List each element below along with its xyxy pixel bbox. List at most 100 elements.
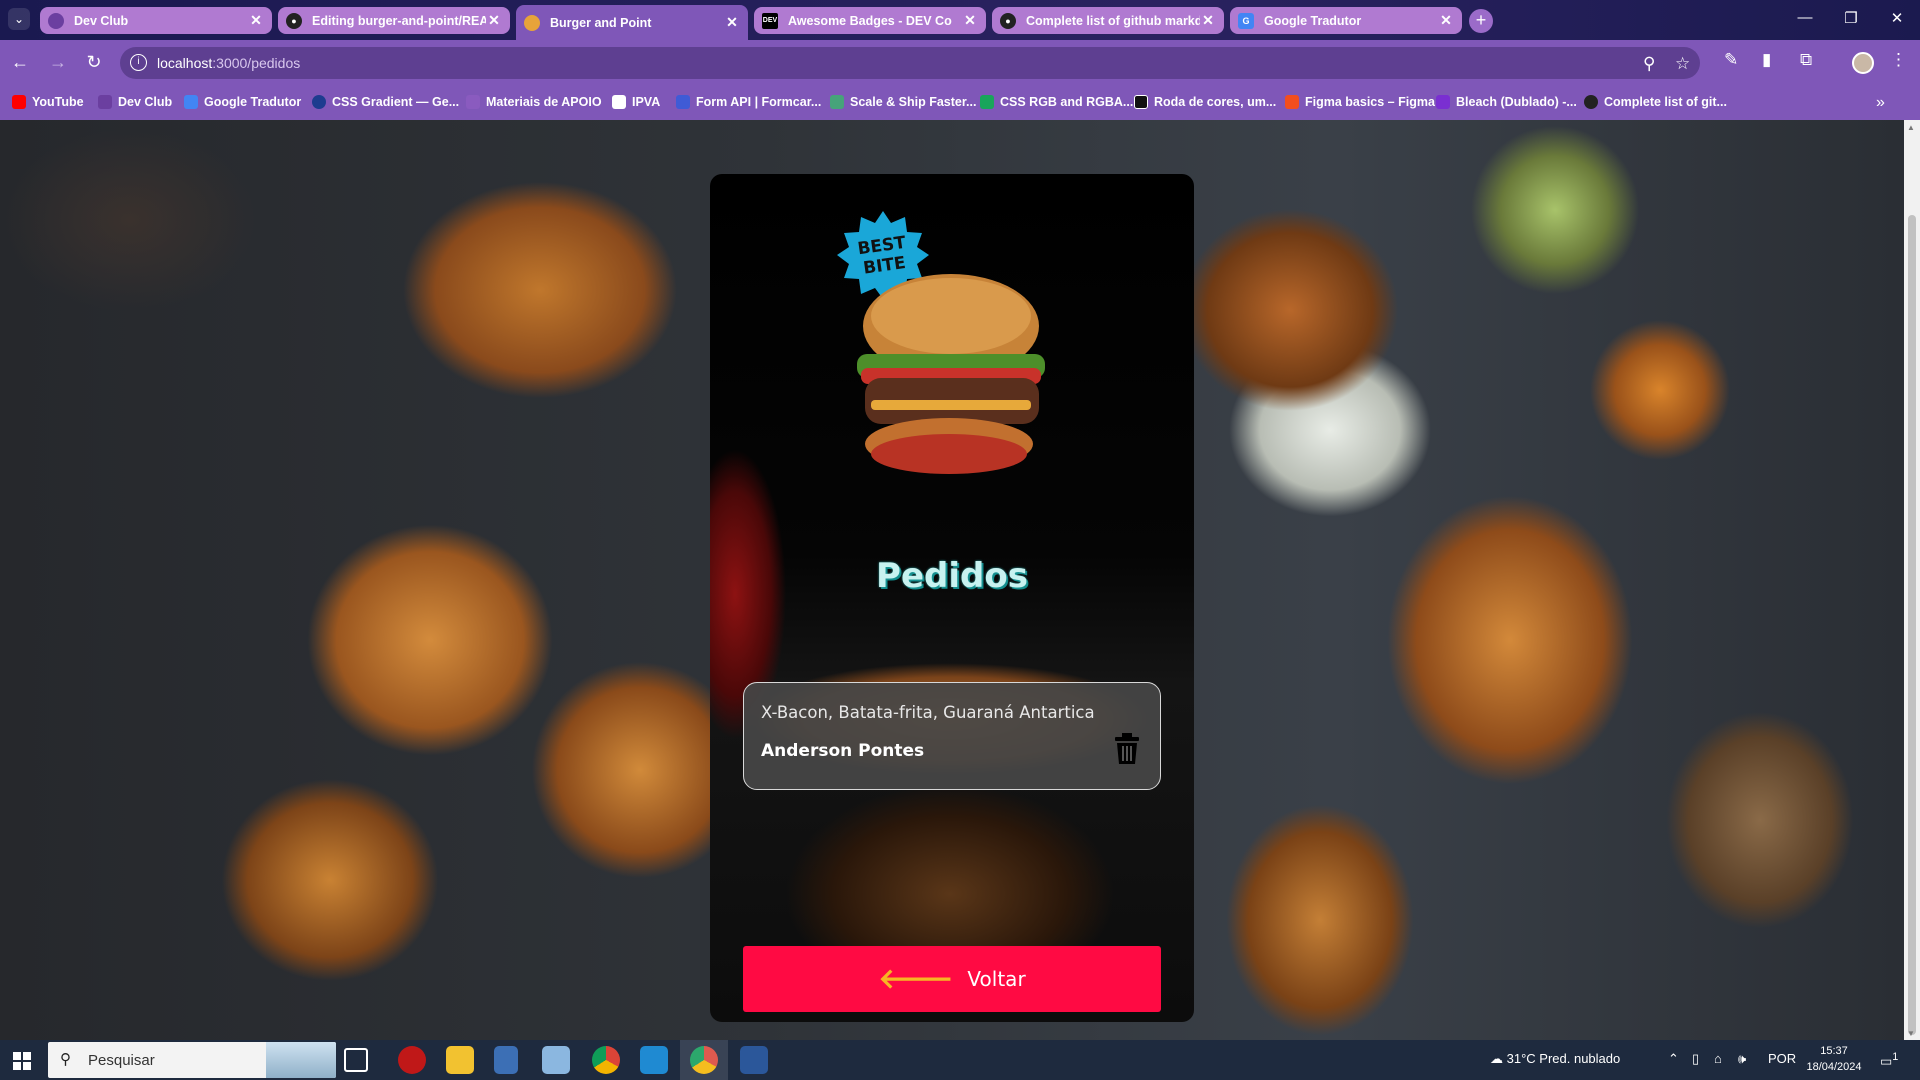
- bookmark-label: Scale & Ship Faster...: [850, 95, 977, 109]
- tab-title: Burger and Point: [550, 15, 652, 30]
- weather-text: 31°C Pred. nublado: [1506, 1051, 1621, 1066]
- bookmark-ipva[interactable]: IPVA: [612, 95, 660, 109]
- chrome-icon[interactable]: [592, 1046, 620, 1074]
- close-tab-icon[interactable]: ✕: [1438, 12, 1454, 29]
- bookmark-form-api[interactable]: Form API | Formcar...: [676, 95, 821, 109]
- bookmark-star-icon[interactable]: ☆: [1675, 54, 1690, 74]
- language-indicator[interactable]: POR: [1768, 1051, 1796, 1066]
- bookmark-figma-basics[interactable]: Figma basics – Figma: [1285, 95, 1435, 109]
- extensions-puzzle-icon[interactable]: ⧉: [1800, 50, 1812, 70]
- clock[interactable]: 15:37 18/04/2024: [1803, 1043, 1865, 1075]
- address-bar[interactable]: i localhost:3000/pedidos ⚲ ☆: [120, 47, 1700, 79]
- scroll-down-icon[interactable]: ▼: [1907, 1029, 1915, 1038]
- burger-illustration: [857, 274, 1045, 474]
- task-view-icon[interactable]: [344, 1048, 368, 1072]
- network-icon[interactable]: ⌂: [1714, 1051, 1722, 1066]
- burger-favicon-icon: [524, 14, 540, 31]
- vscode-icon[interactable]: [640, 1046, 668, 1074]
- reload-icon[interactable]: ↻: [82, 52, 106, 73]
- more-bookmarks-icon[interactable]: »: [1876, 94, 1885, 112]
- tray-chevron-icon[interactable]: ⌃: [1668, 1051, 1679, 1067]
- minimize-icon[interactable]: —: [1790, 9, 1820, 26]
- back-arrow-icon[interactable]: ←: [8, 52, 32, 73]
- back-button[interactable]: 🡐 Voltar: [743, 946, 1161, 1012]
- dev-club-favicon-icon: [48, 12, 64, 29]
- more-menu-icon[interactable]: ⋮: [1890, 50, 1907, 70]
- tab-burger-and-point[interactable]: Burger and Point ✕: [516, 5, 748, 40]
- url-path: :3000/pedidos: [212, 55, 301, 71]
- notepad-icon[interactable]: [542, 1046, 570, 1074]
- ipva-icon: [612, 95, 626, 109]
- url-text[interactable]: localhost:3000/pedidos: [157, 55, 300, 71]
- tab-dev-club[interactable]: Dev Club ✕: [40, 7, 272, 34]
- profile-avatar[interactable]: [1852, 52, 1874, 74]
- close-tab-icon[interactable]: ✕: [1200, 12, 1216, 29]
- trash-icon[interactable]: [1114, 733, 1140, 765]
- youtube-icon: [12, 95, 26, 109]
- word-icon[interactable]: [740, 1046, 768, 1074]
- bookmark-dev-club[interactable]: Dev Club: [98, 95, 172, 109]
- search-icon: ⚲: [60, 1051, 71, 1068]
- w3schools-icon: [980, 95, 994, 109]
- bookmark-google-tradutor[interactable]: Google Tradutor: [184, 95, 301, 109]
- anime-icon: [1436, 95, 1450, 109]
- bookmark-youtube[interactable]: YouTube: [12, 95, 84, 109]
- new-tab-button[interactable]: +: [1469, 9, 1493, 33]
- bookmarks-bar: YouTube Dev Club Google Tradutor CSS Gra…: [0, 86, 1920, 120]
- google-translate-favicon-icon: G: [1238, 12, 1254, 29]
- back-button-label: Voltar: [967, 967, 1026, 991]
- bookmark-label: Figma basics – Figma: [1305, 95, 1435, 109]
- close-tab-icon[interactable]: ✕: [962, 12, 978, 29]
- taskbar-search[interactable]: ⚲ Pesquisar: [48, 1042, 336, 1078]
- bookmark-github-list[interactable]: Complete list of git...: [1584, 95, 1727, 109]
- eyedropper-extension-icon[interactable]: ✎: [1724, 50, 1738, 70]
- red-app-icon[interactable]: [398, 1046, 426, 1074]
- windows-start-icon[interactable]: [13, 1052, 31, 1070]
- page-background: BEST BITE Pedidos X-Bacon, Batata-frita,…: [0, 120, 1904, 1040]
- bookmark-label: CSS RGB and RGBA...: [1000, 95, 1134, 109]
- forward-arrow-icon[interactable]: →: [46, 52, 70, 73]
- close-tab-icon[interactable]: ✕: [486, 12, 502, 29]
- bookmark-css-rgb[interactable]: CSS RGB and RGBA...: [980, 95, 1133, 109]
- bookmark-label: Bleach (Dublado) -...: [1456, 95, 1577, 109]
- file-explorer-icon[interactable]: [446, 1046, 474, 1074]
- google-translate-icon: [184, 95, 198, 109]
- bookmark-scale-ship[interactable]: Scale & Ship Faster...: [830, 95, 976, 109]
- calculator-icon[interactable]: [494, 1046, 518, 1074]
- tab-awesome-badges[interactable]: DEV Awesome Badges - DEV Co ✕: [754, 7, 986, 34]
- bookmark-bleach[interactable]: Bleach (Dublado) -...: [1436, 95, 1577, 109]
- tab-title: Dev Club: [74, 13, 129, 28]
- tab-title: Editing burger-and-point/REA: [312, 13, 486, 28]
- close-tab-icon[interactable]: ✕: [248, 12, 264, 29]
- restore-icon[interactable]: ❐: [1836, 9, 1866, 27]
- scrollbar-thumb[interactable]: [1908, 215, 1916, 1035]
- bookmark-roda-cores[interactable]: Roda de cores, um...: [1134, 95, 1276, 109]
- close-window-icon[interactable]: ✕: [1882, 9, 1912, 27]
- bookmark-label: YouTube: [32, 95, 84, 109]
- volume-icon[interactable]: 🕪: [1738, 1051, 1746, 1067]
- dev-to-favicon-icon: DEV: [762, 12, 778, 29]
- zoom-icon[interactable]: ⚲: [1643, 54, 1655, 74]
- weather-widget[interactable]: ☁ 31°C Pred. nublado: [1490, 1051, 1620, 1067]
- close-tab-icon[interactable]: ✕: [724, 14, 740, 31]
- active-app-highlight: [680, 1040, 728, 1080]
- order-products: X-Bacon, Batata-frita, Guaraná Antartica: [761, 703, 1095, 722]
- search-placeholder: Pesquisar: [88, 1052, 155, 1069]
- page-title: Pedidos: [876, 556, 1028, 596]
- tab-github-markdown[interactable]: ● Complete list of github markd ✕: [992, 7, 1224, 34]
- extension-icon[interactable]: ▮: [1762, 50, 1771, 70]
- formcarry-icon: [676, 95, 690, 109]
- arrow-left-icon: 🡐: [878, 962, 954, 995]
- tray-device-icon[interactable]: ▯: [1692, 1051, 1699, 1067]
- notification-icon[interactable]: ▭1: [1880, 1051, 1898, 1069]
- tab-search-button[interactable]: ⌄: [8, 8, 30, 30]
- site-info-icon[interactable]: i: [130, 54, 147, 71]
- bookmark-css-gradient[interactable]: CSS Gradient — Ge...: [312, 95, 459, 109]
- scroll-up-icon[interactable]: ▲: [1907, 123, 1915, 132]
- bookmark-label: Google Tradutor: [204, 95, 302, 109]
- bookmark-label: IPVA: [632, 95, 661, 109]
- tab-editing-readme[interactable]: ● Editing burger-and-point/REA ✕: [278, 7, 510, 34]
- github-favicon-icon: ●: [286, 12, 302, 29]
- bookmark-materiais-apoio[interactable]: Materiais de APOIO: [466, 95, 602, 109]
- tab-google-tradutor[interactable]: G Google Tradutor ✕: [1230, 7, 1462, 34]
